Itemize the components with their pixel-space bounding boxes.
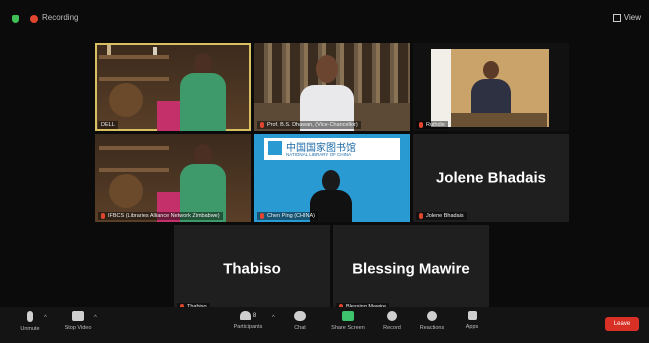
share-screen-label: Share Screen: [331, 325, 365, 331]
participants-count: 8: [252, 312, 257, 319]
library-banner: 中国国家图书馆 NATIONAL LIBRARY OF CHINA: [264, 138, 400, 160]
chat-bubble-icon: [294, 311, 306, 321]
video-tile-jolene[interactable]: Jolene Bhadais Jolene Bhadais: [413, 134, 569, 222]
tile-name-bar: IFBCS (Libraries Alliance Network Zimbab…: [98, 212, 223, 220]
video-options-chevron-icon[interactable]: ^: [94, 315, 97, 321]
participant-big-name: Thabiso: [223, 260, 281, 278]
bookshelf: [99, 146, 169, 150]
bookshelf: [99, 55, 169, 59]
record-icon: [387, 311, 397, 321]
mic-muted-icon: [260, 122, 264, 128]
desk: [451, 113, 547, 127]
decorative-plant: [109, 83, 143, 117]
stop-video-button[interactable]: Stop Video: [56, 311, 100, 331]
video-tile-prof[interactable]: Prof. B.S. Dhawan, (Vice-Chancellor): [254, 43, 410, 131]
participant-body: [180, 73, 226, 131]
participants-options-chevron-icon[interactable]: ^: [272, 315, 275, 321]
book: [153, 47, 157, 55]
mic-muted-icon: [101, 213, 105, 219]
participant-big-name: Blessing Mawire: [352, 260, 470, 278]
chat-label: Chat: [294, 325, 306, 331]
apps-button[interactable]: Apps: [450, 311, 494, 330]
recording-dot-icon: [30, 15, 38, 23]
apps-icon: [467, 311, 477, 320]
meeting-topbar: Recording View: [0, 0, 649, 36]
apps-label: Apps: [465, 324, 479, 330]
participants-icon: [239, 311, 251, 320]
tile-name-bar: Ruthdie: [416, 121, 448, 129]
video-tile-thabiso[interactable]: Thabiso Thabiso: [174, 225, 330, 313]
share-screen-icon: [342, 311, 354, 321]
mic-muted-icon: [260, 213, 264, 219]
tile-name-bar: Jolene Bhadais: [416, 212, 467, 220]
participant-big-name: Jolene Bhadais: [435, 169, 547, 187]
tile-name-bar: Prof. B.S. Dhawan, (Vice-Chancellor): [257, 121, 361, 129]
stop-video-label: Stop Video: [64, 325, 92, 331]
flag: [431, 49, 451, 127]
video-camera-icon: [72, 311, 84, 321]
chat-button[interactable]: Chat: [278, 311, 322, 331]
library-logo-icon: [268, 141, 282, 155]
participant-head: [194, 53, 212, 75]
reactions-label: Reactions: [419, 325, 445, 331]
participants-button[interactable]: 8 Participants: [226, 311, 270, 330]
bookshelf: [99, 168, 169, 172]
book: [107, 45, 111, 55]
participant-body: [471, 79, 511, 117]
microphone-muted-icon: [27, 311, 33, 322]
record-button[interactable]: Record: [370, 311, 414, 331]
audio-options-chevron-icon[interactable]: ^: [44, 315, 47, 321]
decorative-plant: [109, 174, 143, 208]
meeting-toolbar: Unmute ^ Stop Video ^ 8 Participants ^ C…: [0, 307, 649, 343]
participant-head: [322, 170, 340, 192]
recording-label: Recording: [42, 13, 79, 22]
participant-head: [316, 55, 338, 83]
security-shield-icon[interactable]: [12, 15, 19, 23]
tile-name: IFBCS (Libraries Alliance Network Zimbab…: [108, 213, 220, 219]
video-tile-blessing[interactable]: Blessing Mawire Blessing Mawire: [333, 225, 489, 313]
tile-name: Jolene Bhadais: [426, 213, 464, 219]
participant-head: [483, 61, 499, 79]
participants-label: Participants: [233, 324, 263, 330]
bookshelf: [99, 77, 169, 81]
leave-button[interactable]: Leave: [605, 317, 639, 331]
unmute-label: Unmute: [20, 326, 40, 332]
video-tile-ifbcs[interactable]: IFBCS (Libraries Alliance Network Zimbab…: [95, 134, 251, 222]
tile-name: Chen Ping (CHINA): [267, 213, 315, 219]
view-button[interactable]: View: [612, 13, 641, 22]
reactions-button[interactable]: Reactions: [410, 311, 454, 331]
view-label: View: [623, 13, 641, 22]
mic-muted-icon: [419, 213, 423, 219]
tile-name-bar: Chen Ping (CHINA): [257, 212, 318, 220]
video-tile-ruthdie[interactable]: Ruthdie: [413, 43, 569, 131]
share-screen-button[interactable]: Share Screen: [326, 311, 370, 331]
tile-name: Ruthdie: [426, 122, 445, 128]
tile-name: Prof. B.S. Dhawan, (Vice-Chancellor): [267, 122, 358, 128]
grid-view-icon: [612, 13, 621, 22]
tile-name-bar: DELL: [98, 121, 118, 129]
record-label: Record: [383, 325, 401, 331]
participant-head: [194, 144, 212, 166]
chair: [157, 101, 181, 131]
banner-english-text: NATIONAL LIBRARY OF CHINA: [286, 152, 352, 157]
tile-name: DELL: [101, 122, 115, 128]
mic-muted-icon: [419, 122, 423, 128]
video-tile-chen-ping[interactable]: 中国国家图书馆 NATIONAL LIBRARY OF CHINA Chen P…: [254, 134, 410, 222]
video-tile-dell[interactable]: DELL: [95, 43, 251, 131]
reactions-smiley-icon: [427, 311, 437, 321]
